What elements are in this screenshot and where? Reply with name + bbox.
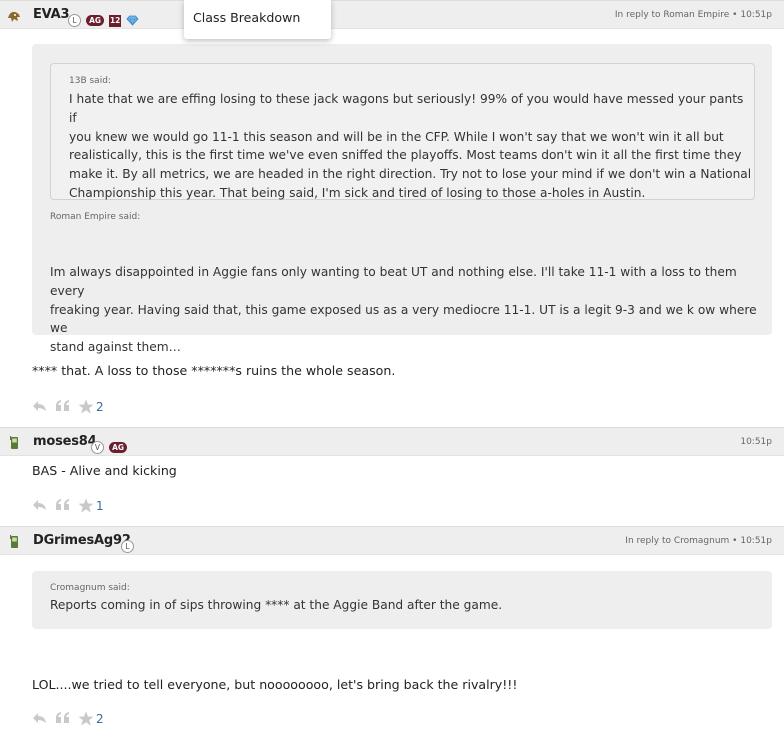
phone-icon [10,436,18,449]
star-count[interactable]: 2 [96,712,104,726]
quote-text: Im always disappointed in Aggie fans onl… [50,263,772,357]
quote-author: Roman Empire said: [50,212,141,222]
quote-line: realistically, this is the first time we… [69,148,742,163]
quote-icon[interactable] [55,399,71,413]
star-count[interactable]: 1 [96,499,104,513]
class-breakdown-popup[interactable]: Class Breakdown [184,0,331,39]
quote-block: Cromagnum said: Reports coming in of sip… [32,571,772,629]
quote-icon[interactable] [55,498,71,512]
star-icon[interactable] [78,498,94,513]
quote-block: 13B said: I hate that we are effing losi… [32,44,772,354]
post-body: LOL....we tried to tell everyone, but no… [32,677,518,692]
quote-line: you knew we would go 11-1 this season an… [69,129,724,144]
quote-author: 13B said: [69,76,111,86]
reply-meta[interactable]: In reply to Cromagnum • 10:51p [625,536,772,546]
quote-line: I hate that we are effing losing to thes… [69,92,744,125]
reply-icon[interactable] [32,711,48,725]
badge-12: 12 [109,14,122,27]
post-body: **** that. A loss to those *******s ruin… [32,363,396,378]
user-badges: L AG 12 [68,10,139,29]
quote-author: Cromagnum said: [50,583,130,593]
quote-line: stand against them… [50,340,181,355]
post-header: EVA3 L AG 12 In reply to Roman Empire • … [0,0,784,29]
post-header: DGrimesAg92 L In reply to Cromagnum • 10… [0,526,784,555]
reply-icon[interactable] [32,498,48,512]
quote-line: make it. By all metrics, we are headed i… [69,167,752,182]
nested-quote-block: 13B said: I hate that we are effing losi… [50,63,755,200]
reply-meta[interactable]: 10:51p [740,437,772,447]
user-badges: L [121,536,134,555]
user-badges: V AG [91,437,128,456]
post-header: moses84 V AG 10:51p [0,427,784,456]
popup-label[interactable]: Class Breakdown [193,10,300,25]
diamond-icon [126,15,139,26]
quote-line: freaking year. Having said that, this ga… [50,302,757,336]
badge-ag: AG [86,15,105,26]
mascot-icon [8,11,20,22]
phone-icon [10,535,18,548]
quote-line: Championship this year. That being said,… [69,185,646,200]
star-count[interactable]: 2 [96,400,104,414]
star-icon[interactable] [78,399,94,414]
username[interactable]: EVA3 [33,7,70,22]
star-icon[interactable] [78,711,94,726]
reply-icon[interactable] [32,399,48,413]
reply-meta[interactable]: In reply to Roman Empire • 10:51p [615,10,772,20]
username[interactable]: DGrimesAg92 [33,533,131,548]
quote-text: I hate that we are effing losing to thes… [69,90,754,203]
badge-ag: AG [109,442,128,453]
username[interactable]: moses84 [33,434,97,449]
badge-v: V [91,441,104,454]
badge-l: L [68,14,81,27]
badge-l: L [121,540,134,553]
quote-line: Im always disappointed in Aggie fans onl… [50,265,737,298]
quote-icon[interactable] [55,711,71,725]
quote-line: Reports coming in of sips throwing **** … [50,598,503,612]
post-body: BAS - Alive and kicking [32,463,177,478]
